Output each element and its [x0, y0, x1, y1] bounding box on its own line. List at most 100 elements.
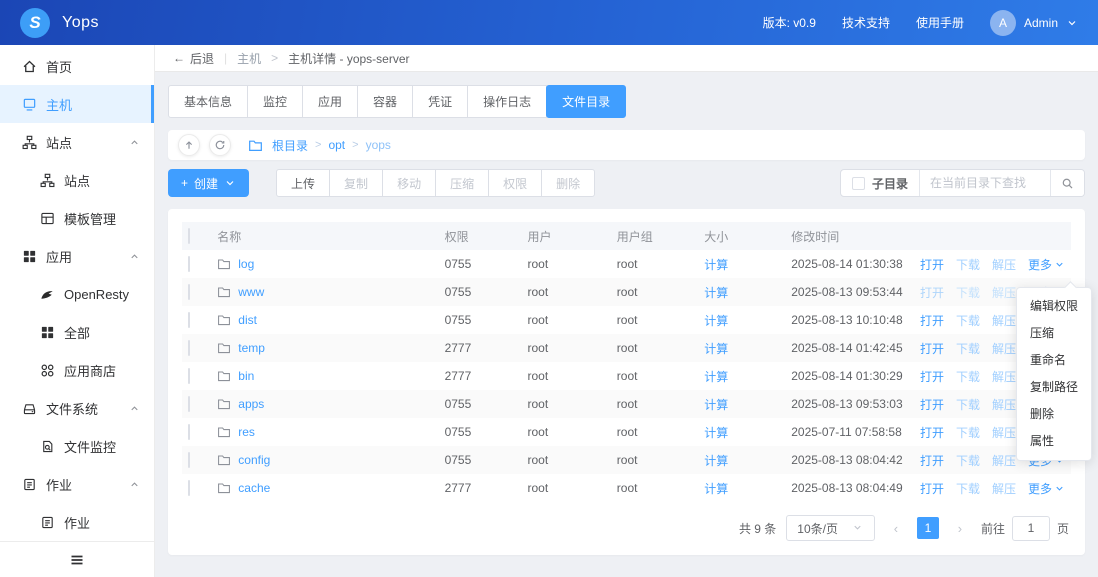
page-size-select[interactable]: 10条/页 — [786, 515, 875, 541]
row-checkbox[interactable] — [188, 424, 190, 440]
dropdown-item-属性[interactable]: 属性 — [1017, 428, 1091, 455]
sidebar-item-site[interactable]: 站点 — [0, 161, 154, 199]
sidebar-item-fs-group[interactable]: 文件系统 — [0, 389, 154, 427]
prev-page-button[interactable]: ‹ — [885, 517, 907, 539]
file-name-link[interactable]: dist — [238, 313, 257, 327]
more-action[interactable]: 更多 — [1028, 480, 1065, 497]
file-name-link[interactable]: config — [238, 453, 270, 467]
mtime-cell: 2025-08-13 09:53:44 — [791, 285, 903, 299]
folder-icon — [217, 257, 231, 271]
refresh-button[interactable] — [209, 134, 231, 156]
tab-文件目录[interactable]: 文件目录 — [546, 85, 627, 118]
calc-size-link[interactable]: 计算 — [704, 314, 728, 328]
support-link[interactable]: 技术支持 — [842, 14, 890, 31]
breadcrumb-parent[interactable]: 主机 — [237, 50, 261, 67]
tab-应用[interactable]: 应用 — [302, 85, 359, 118]
row-checkbox[interactable] — [188, 340, 190, 356]
sidebar-item-app-store[interactable]: 应用商店 — [0, 351, 154, 389]
sidebar-item-openresty[interactable]: OpenResty — [0, 275, 154, 313]
path-segment[interactable]: yops — [366, 138, 391, 152]
row-checkbox[interactable] — [188, 396, 190, 412]
sidebar-item-site-group[interactable]: 站点 — [0, 123, 154, 161]
open-action[interactable]: 打开 — [920, 368, 944, 385]
row-checkbox[interactable] — [188, 284, 190, 300]
sidebar-item-home[interactable]: 首页 — [0, 47, 154, 85]
file-name-link[interactable]: cache — [238, 481, 270, 495]
open-action[interactable]: 打开 — [920, 396, 944, 413]
open-action[interactable]: 打开 — [920, 452, 944, 469]
dropdown-item-复制路径[interactable]: 复制路径 — [1017, 374, 1091, 401]
subdir-toggle[interactable]: 子目录 — [841, 170, 920, 196]
sidebar-item-template[interactable]: 模板管理 — [0, 199, 154, 237]
tab-凭证[interactable]: 凭证 — [412, 85, 469, 118]
sidebar-item-app-group[interactable]: 应用 — [0, 237, 154, 275]
extract-action: 解压 — [991, 313, 1016, 328]
chevron-up-icon — [129, 251, 140, 262]
sidebar-item-all-apps[interactable]: 全部 — [0, 313, 154, 351]
dropdown-item-编辑权限[interactable]: 编辑权限 — [1017, 293, 1091, 320]
subdir-checkbox[interactable] — [851, 176, 865, 190]
file-name-link[interactable]: www — [238, 285, 264, 299]
path-segment[interactable]: 根目录 — [272, 137, 308, 154]
download-action: 下载 — [955, 313, 980, 328]
row-checkbox[interactable] — [188, 312, 190, 328]
row-checkbox[interactable] — [188, 368, 190, 384]
user-menu[interactable]: A Admin — [989, 9, 1078, 36]
open-action[interactable]: 打开 — [920, 340, 944, 357]
open-action[interactable]: 打开 — [920, 312, 944, 329]
tab-监控[interactable]: 监控 — [247, 85, 304, 118]
page-number-button[interactable]: 1 — [916, 517, 939, 539]
open-action[interactable]: 打开 — [920, 284, 944, 301]
row-checkbox[interactable] — [188, 480, 190, 496]
search-button[interactable] — [1050, 170, 1084, 196]
sidebar-collapse-button[interactable] — [0, 541, 154, 577]
row-checkbox[interactable] — [188, 256, 190, 272]
calc-size-link[interactable]: 计算 — [704, 398, 728, 412]
column-header-用户: 用户 — [521, 222, 611, 250]
back-button[interactable]: ← 后退 — [173, 50, 214, 67]
open-action[interactable]: 打开 — [920, 480, 944, 497]
calc-size-link[interactable]: 计算 — [704, 370, 728, 384]
dropdown-item-压缩[interactable]: 压缩 — [1017, 320, 1091, 347]
dropdown-item-删除[interactable]: 删除 — [1017, 401, 1091, 428]
search-input[interactable] — [920, 170, 1050, 196]
tab-基本信息[interactable]: 基本信息 — [168, 85, 249, 118]
user-cell: root — [527, 341, 549, 355]
calc-size-link[interactable]: 计算 — [704, 342, 728, 356]
sidebar-item-job[interactable]: 作业 — [0, 503, 154, 541]
sidebar-item-host[interactable]: 主机 — [0, 85, 154, 123]
calc-size-link[interactable]: 计算 — [704, 454, 728, 468]
file-name-link[interactable]: bin — [238, 369, 254, 383]
sidebar-item-file-mon[interactable]: 文件监控 — [0, 427, 154, 465]
file-table: 名称 权限 用户 用户组 大小 修改时间 log 0755 root root 计算 2025-08… — [182, 222, 1071, 502]
toolbar-button-上传[interactable]: 上传 — [276, 169, 331, 197]
file-name-link[interactable]: apps — [238, 397, 264, 411]
sidebar-item-label: 应用商店 — [64, 363, 117, 379]
manual-link[interactable]: 使用手册 — [916, 14, 964, 31]
tab-容器[interactable]: 容器 — [357, 85, 414, 118]
next-page-button[interactable]: › — [949, 517, 971, 539]
calc-size-link[interactable]: 计算 — [704, 286, 728, 300]
goto-page-input[interactable] — [1011, 515, 1050, 541]
more-action[interactable]: 更多 — [1028, 256, 1065, 273]
column-header-名称: 名称 — [211, 222, 439, 250]
sidebar-item-job-group[interactable]: 作业 — [0, 465, 154, 503]
go-up-button[interactable] — [178, 134, 200, 156]
row-checkbox[interactable] — [188, 452, 190, 468]
calc-size-link[interactable]: 计算 — [704, 426, 728, 440]
calc-size-link[interactable]: 计算 — [704, 482, 728, 496]
path-segment[interactable]: opt — [328, 138, 345, 152]
dropdown-item-重命名[interactable]: 重命名 — [1017, 347, 1091, 374]
select-all-checkbox[interactable] — [188, 228, 190, 244]
open-action[interactable]: 打开 — [920, 256, 944, 273]
calc-size-link[interactable]: 计算 — [704, 258, 728, 272]
tab-操作日志[interactable]: 操作日志 — [467, 85, 548, 118]
create-button[interactable]: + 创建 — [168, 169, 250, 197]
open-action[interactable]: 打开 — [920, 424, 944, 441]
user-cell: root — [527, 369, 549, 383]
file-name-link[interactable]: res — [238, 425, 255, 439]
file-name-link[interactable]: temp — [238, 341, 265, 355]
brand[interactable]: S Yops — [20, 7, 99, 38]
breadcrumb: ← 后退 | 主机 > 主机详情 - yops-server — [155, 45, 1098, 72]
file-name-link[interactable]: log — [238, 257, 254, 271]
